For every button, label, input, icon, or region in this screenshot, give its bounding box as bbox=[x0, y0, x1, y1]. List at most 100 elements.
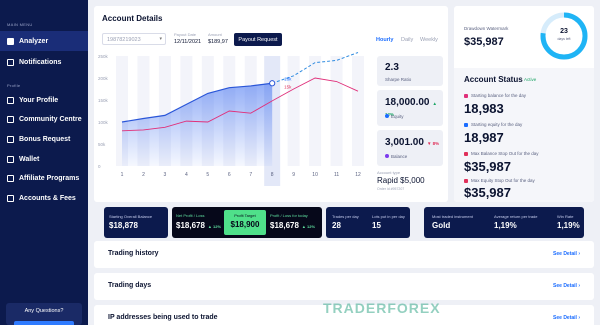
questions-label: Any Questions? bbox=[24, 308, 64, 314]
starting-balance-value: 18,983 bbox=[464, 101, 504, 116]
gift-icon bbox=[7, 135, 14, 143]
share-icon bbox=[7, 174, 14, 182]
account-status-title: Account Status bbox=[464, 75, 523, 84]
gauge-value: 23 bbox=[560, 28, 568, 35]
stop-out-marker-icon bbox=[464, 151, 468, 156]
sidebar: MAIN MENU Analyzer Notifications Profile… bbox=[0, 0, 88, 325]
x-tick-label: 10 bbox=[312, 172, 318, 178]
section-title: IP addresses being used to trade bbox=[108, 314, 218, 321]
y-tick-label: 100k bbox=[98, 120, 109, 125]
equity-data-label: 18k bbox=[284, 76, 292, 81]
sidebar-item-community-centre[interactable]: Community Centre bbox=[0, 109, 88, 129]
profile-section-label: Profile bbox=[7, 83, 21, 88]
amount-value: $189,97 bbox=[208, 39, 228, 45]
performance-chart: 250k200k150k100k50k01 2 3 4 5 6 7 8 9 10 11 1218k15… bbox=[98, 52, 364, 186]
sidebar-item-affiliate-programs[interactable]: Affiliate Programs bbox=[0, 168, 88, 188]
y-tick-label: 250k bbox=[98, 54, 109, 59]
main-content: Account Details 19878219023 Payout Date … bbox=[88, 0, 600, 325]
trading-history-section: Trading history See Detail › bbox=[94, 241, 594, 268]
account-select[interactable]: 19878219023 bbox=[102, 33, 166, 45]
chart-column-band bbox=[287, 56, 300, 166]
watermark-logo: TRADERFOREX bbox=[323, 300, 441, 316]
kpi-delta: ▲ 12% bbox=[207, 224, 221, 229]
sharpe-ratio-card: 2.3 Sharpe Ratio bbox=[377, 56, 443, 86]
payout-date-value: 12/11/2021 bbox=[174, 39, 202, 45]
balance-value: 3,001.00 bbox=[385, 137, 424, 148]
questions-box[interactable]: Any Questions? bbox=[6, 303, 82, 325]
order-id: Order id #957207 bbox=[377, 187, 405, 191]
main-menu-label: MAIN MENU bbox=[7, 22, 33, 27]
kpi-trades-group: Trades per day 28 Lots put in per day 15 bbox=[326, 207, 410, 238]
tab-daily[interactable]: Daily bbox=[401, 37, 413, 43]
kpi-value: 1,19% bbox=[494, 221, 517, 230]
people-icon bbox=[7, 115, 14, 123]
balance-card: 3,001.00 ▼ 8% Balance bbox=[377, 130, 443, 166]
tab-weekly[interactable]: Weekly bbox=[420, 37, 438, 43]
account-status-panel: Drawdown Watermark $35,987 23 days left … bbox=[454, 6, 594, 202]
see-detail-link[interactable]: See Detail › bbox=[553, 251, 580, 257]
account-type-value: Rapid $5,000 bbox=[377, 176, 425, 185]
kpi-value: $18,678 bbox=[176, 221, 205, 230]
amount-label: Amount bbox=[208, 32, 222, 37]
tab-hourly[interactable]: Hourly bbox=[376, 37, 393, 43]
payout-request-button[interactable]: Payout Request bbox=[234, 33, 282, 46]
account-details-card: Account Details 19878219023 Payout Date … bbox=[94, 6, 448, 202]
equity-card: 18,000.00 ▲ 12% Equity bbox=[377, 90, 443, 126]
kpi-starting-balance: Starting Overall Balance $18,878 bbox=[104, 207, 168, 238]
sidebar-item-label: Analyzer bbox=[19, 37, 49, 45]
kpi-label: Starting Overall Balance bbox=[109, 214, 153, 219]
gauge-unit: days left bbox=[557, 37, 571, 41]
sidebar-item-accounts-fees[interactable]: Accounts & Fees bbox=[0, 188, 88, 208]
x-tick-label: 2 bbox=[142, 172, 145, 178]
equity-marker-icon bbox=[464, 122, 468, 127]
kpi-label: Net Profit / Loss bbox=[176, 213, 205, 218]
kpi-label: Trades per day bbox=[332, 214, 359, 219]
chart-column-band bbox=[309, 56, 322, 166]
x-tick-label: 5 bbox=[206, 172, 209, 178]
kpi-label: Most traded instrument bbox=[432, 214, 473, 219]
chart-column-band bbox=[330, 56, 343, 166]
max-balance-stop-value: $35,987 bbox=[464, 159, 511, 174]
drawdown-label: Drawdown Watermark bbox=[464, 26, 509, 31]
stat-label: Starting balance for the day bbox=[471, 93, 527, 98]
kpi-value: 15 bbox=[372, 221, 381, 230]
contact-button[interactable] bbox=[14, 321, 74, 325]
sidebar-item-label: Community Centre bbox=[19, 115, 82, 123]
y-tick-label: 200k bbox=[98, 76, 109, 81]
stop-out-marker-icon bbox=[464, 178, 468, 183]
stat-label: Max Balance Stop Out for the day bbox=[471, 151, 539, 156]
sidebar-item-label: Accounts & Fees bbox=[19, 194, 76, 202]
sidebar-item-bonus-request[interactable]: Bonus Request bbox=[0, 129, 88, 149]
y-tick-label: 0 bbox=[98, 164, 101, 169]
sidebar-item-label: Bonus Request bbox=[19, 135, 71, 143]
kpi-value: $18,878 bbox=[109, 221, 138, 230]
y-tick-label: 50k bbox=[98, 142, 106, 147]
x-tick-label: 6 bbox=[228, 172, 231, 178]
see-detail-link[interactable]: See Detail › bbox=[553, 315, 580, 321]
sidebar-item-your-profile[interactable]: Your Profile bbox=[0, 90, 88, 110]
see-detail-link[interactable]: See Detail › bbox=[553, 283, 580, 289]
section-title: Trading days bbox=[108, 282, 152, 289]
kpi-profit-group: Net Profit / Loss $18,678 ▲ 12% Profit Ta… bbox=[172, 207, 322, 238]
x-tick-label: 11 bbox=[334, 172, 339, 178]
x-tick-label: 7 bbox=[249, 172, 252, 178]
balance-marker-icon bbox=[464, 93, 468, 98]
x-tick-label: 1 bbox=[121, 172, 124, 178]
kpi-value: $18,678 bbox=[270, 221, 299, 230]
kpi-label: Average return per trade bbox=[494, 214, 538, 219]
days-left-gauge bbox=[540, 12, 588, 60]
kpi-label: Profit Target bbox=[234, 213, 256, 218]
sharpe-ratio-label: Sharpe Ratio bbox=[385, 77, 412, 82]
grid-icon bbox=[7, 37, 14, 45]
chart-column-band bbox=[352, 56, 364, 166]
sidebar-item-analyzer[interactable]: Analyzer bbox=[0, 31, 88, 51]
sidebar-item-wallet[interactable]: Wallet bbox=[0, 149, 88, 169]
app-window: MAIN MENU Analyzer Notifications Profile… bbox=[0, 0, 600, 325]
wallet-icon bbox=[7, 155, 14, 163]
y-tick-label: 150k bbox=[98, 98, 109, 103]
equity-dot bbox=[385, 114, 389, 118]
sidebar-item-notifications[interactable]: Notifications bbox=[0, 52, 88, 72]
kpi-value: $18,900 bbox=[230, 220, 260, 229]
equity-label: Equity bbox=[391, 114, 404, 119]
payout-date-label: Payout Date bbox=[174, 32, 197, 37]
